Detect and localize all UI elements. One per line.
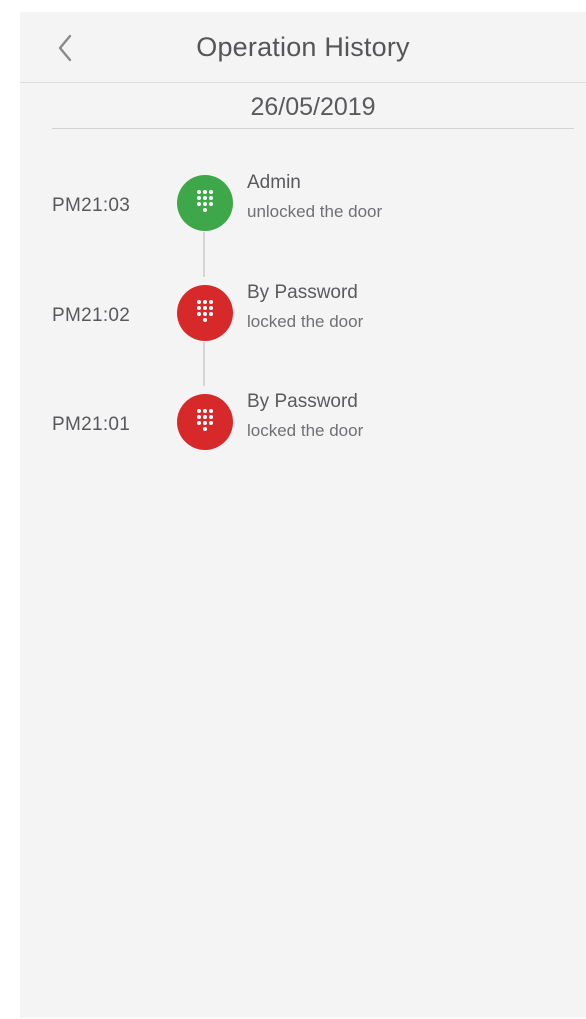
history-item[interactable]: PM21:03 Admin unlocked the door [20, 172, 586, 275]
keypad-icon [177, 285, 233, 341]
operation-history-screen: Operation History 26/05/2019 PM21:03 Adm… [20, 12, 586, 1018]
history-item-actor: By Password [247, 282, 358, 303]
history-item-actor: By Password [247, 391, 358, 412]
history-item[interactable]: PM21:01 By Password locked the door [20, 391, 586, 494]
history-item-action: locked the door [247, 421, 364, 440]
history-item-action: unlocked the door [247, 202, 383, 221]
history-item-actor: Admin [247, 172, 301, 193]
keypad-icon [177, 175, 233, 231]
nav-bar: Operation History [20, 12, 586, 83]
history-item-time: PM21:02 [52, 305, 131, 326]
page-title: Operation History [196, 32, 410, 62]
history-item[interactable]: PM21:02 By Password locked the door [20, 282, 586, 385]
history-item-time: PM21:01 [52, 414, 131, 435]
date-header: 26/05/2019 [52, 83, 574, 129]
history-item-action: locked the door [247, 312, 364, 331]
history-item-time: PM21:03 [52, 195, 131, 216]
keypad-icon [177, 394, 233, 450]
